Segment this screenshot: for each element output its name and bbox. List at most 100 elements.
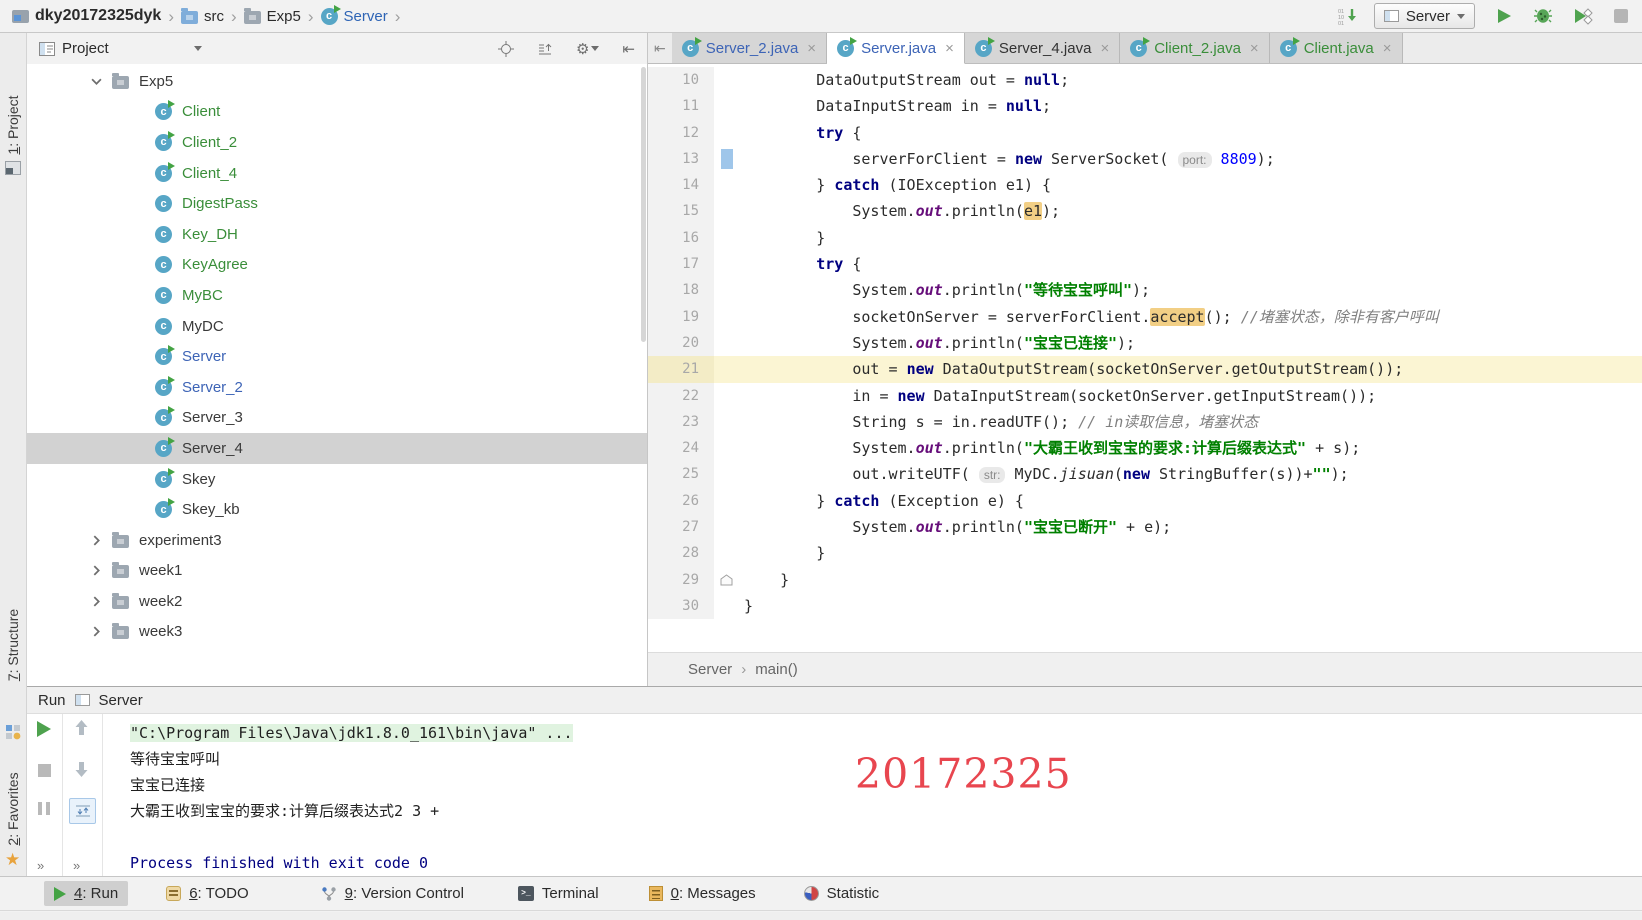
- statusbar-item-run[interactable]: 4: Run: [44, 881, 129, 906]
- tree-item-MyDC[interactable]: c MyDC: [27, 311, 647, 342]
- more-actions-icon[interactable]: »: [73, 858, 80, 873]
- tab-Server_4.java[interactable]: c Server_4.java ×: [964, 33, 1121, 63]
- messages-icon: [648, 886, 663, 901]
- stop-process-button[interactable]: [38, 764, 51, 777]
- chevron-collapsed-icon[interactable]: [91, 535, 102, 546]
- coverage-button[interactable]: [1573, 7, 1594, 25]
- chevron-collapsed-icon[interactable]: [91, 565, 102, 576]
- collapse-all-icon[interactable]: [537, 41, 553, 57]
- tab-Server_2.java[interactable]: c Server_2.java ×: [671, 33, 828, 63]
- tree-item-Server_3[interactable]: c Server_3: [27, 403, 647, 434]
- terminal-icon: >_: [517, 886, 534, 901]
- close-tab-icon[interactable]: ×: [1100, 40, 1109, 57]
- tree-item-week1[interactable]: week1: [27, 556, 647, 587]
- tree-item-week2[interactable]: week2: [27, 586, 647, 617]
- tree-item-MyBC[interactable]: c MyBC: [27, 280, 647, 311]
- tree-item-Skey[interactable]: c Skey: [27, 464, 647, 495]
- tree-item-Key_DH[interactable]: c Key_DH: [27, 219, 647, 250]
- run-button[interactable]: [1495, 7, 1513, 25]
- chevron-expanded-icon[interactable]: [91, 76, 102, 87]
- close-tab-icon[interactable]: ×: [1383, 40, 1392, 57]
- fold-marker-icon[interactable]: [720, 574, 733, 586]
- code-editor[interactable]: 10 DataOutputStream out = null; 11 DataIn…: [648, 64, 1642, 652]
- structure-tool-icon[interactable]: [5, 724, 21, 744]
- breadcrumb-class[interactable]: Server: [688, 661, 732, 678]
- up-stack-trace-icon[interactable]: [73, 719, 90, 740]
- chevron-collapsed-icon[interactable]: [91, 596, 102, 607]
- statusbar-item-statistic[interactable]: Statistic: [794, 881, 890, 906]
- gutter-strip: [714, 593, 744, 619]
- breadcrumb-item-dky20172325dyk[interactable]: dky20172325dyk: [12, 7, 161, 25]
- run-overlay-icon: [694, 36, 702, 45]
- update-project-icon[interactable]: 01 10 01: [1338, 7, 1358, 26]
- rerun-button[interactable]: [37, 721, 51, 737]
- run-panel-header: Run Server: [27, 686, 1642, 714]
- tab-Client_2.java[interactable]: c Client_2.java ×: [1120, 33, 1270, 63]
- close-tab-icon[interactable]: ×: [945, 40, 954, 57]
- chevron-collapsed-icon[interactable]: [91, 626, 102, 638]
- breadcrumb-item-Exp5[interactable]: Exp5: [243, 7, 301, 25]
- more-actions-icon[interactable]: »: [37, 858, 44, 873]
- statusbar-item-version-control[interactable]: 9: Version Control: [311, 881, 474, 906]
- class-icon: c: [155, 317, 172, 335]
- tree-item-Server_4[interactable]: c Server_4: [27, 433, 647, 464]
- close-tab-icon[interactable]: ×: [807, 40, 816, 57]
- breadcrumb-method[interactable]: main(): [755, 661, 798, 678]
- tree-item-Skey_kb[interactable]: c Skey_kb: [27, 494, 647, 525]
- tree-item-Client_4[interactable]: c Client_4: [27, 158, 647, 189]
- gutter-strip: [714, 120, 744, 146]
- breadcrumb-item-src[interactable]: src: [181, 7, 224, 25]
- pause-output-button[interactable]: [38, 802, 50, 815]
- tree-item-DigestPass[interactable]: c DigestPass: [27, 188, 647, 219]
- favorites-star-icon[interactable]: ★: [5, 850, 20, 870]
- statusbar-item-messages[interactable]: 0: Messages: [639, 881, 766, 906]
- debug-button[interactable]: [1533, 7, 1553, 25]
- tab-label: Server.java: [861, 39, 937, 57]
- folder-icon: [181, 7, 198, 24]
- close-tab-icon[interactable]: ×: [1250, 40, 1259, 57]
- left-tool-stripe: 1: Project 7: Structure 2: Favorites ★: [0, 33, 27, 876]
- run-session-label[interactable]: Server: [99, 692, 143, 709]
- down-stack-trace-icon[interactable]: [73, 761, 90, 782]
- chevron-right-icon: ›: [307, 6, 314, 26]
- tree-item-Server_2[interactable]: c Server_2: [27, 372, 647, 403]
- project-tree: Exp5 c Client c Client_2 c Client_4 c DigestPass…: [27, 64, 647, 686]
- status-bar-strip: [0, 912, 1642, 920]
- line-number: 18: [648, 277, 714, 304]
- gutter-strip: [714, 225, 744, 251]
- run-icon: [54, 886, 66, 901]
- locate-file-icon[interactable]: [497, 40, 514, 57]
- statusbar-item-todo[interactable]: 6: TODO: [156, 881, 258, 906]
- stop-button[interactable]: [1614, 9, 1628, 23]
- breadcrumb-item-Server[interactable]: c Server: [320, 4, 388, 25]
- code-line-30: 30}: [648, 592, 1642, 620]
- tab-Client.java[interactable]: c Client.java ×: [1269, 33, 1403, 63]
- run-overlay-icon: [168, 130, 175, 139]
- project-scrollbar[interactable]: [641, 67, 646, 342]
- line-number: 12: [648, 119, 714, 146]
- project-tool-icon[interactable]: [5, 161, 21, 179]
- statusbar-item-terminal[interactable]: >_ Terminal: [508, 881, 609, 906]
- project-icon: [12, 9, 29, 23]
- hide-tabs-icon[interactable]: ⇤: [648, 33, 672, 63]
- chevron-right-icon: ›: [231, 6, 237, 26]
- line-number: 23: [648, 408, 714, 436]
- chevron-down-icon[interactable]: [193, 46, 202, 51]
- main-toolbar: dky20172325dyk › src › Exp5 › c Server › 01 10 0…: [0, 0, 1642, 33]
- scroll-to-end-button[interactable]: [69, 798, 96, 824]
- gear-icon[interactable]: ⚙: [576, 40, 600, 58]
- tree-item-Server[interactable]: c Server: [27, 341, 647, 372]
- run-config-icon: [1383, 10, 1399, 22]
- tree-item-KeyAgree[interactable]: c KeyAgree: [27, 250, 647, 281]
- hide-panel-icon[interactable]: ⇤: [622, 40, 635, 58]
- tree-item-Client_2[interactable]: c Client_2: [27, 127, 647, 158]
- run-config-select[interactable]: Server: [1373, 3, 1475, 29]
- code-line-11: 11 DataInputStream in = null;: [648, 93, 1642, 120]
- tree-item-Exp5[interactable]: Exp5: [27, 66, 647, 97]
- tree-item-experiment3[interactable]: experiment3: [27, 525, 647, 556]
- project-panel-title: Project: [62, 40, 109, 57]
- tree-item-week3[interactable]: week3: [27, 617, 647, 648]
- tab-Server.java[interactable]: c Server.java ×: [827, 33, 965, 64]
- tree-item-Client[interactable]: c Client: [27, 97, 647, 128]
- tree-item-label: Server: [182, 348, 227, 366]
